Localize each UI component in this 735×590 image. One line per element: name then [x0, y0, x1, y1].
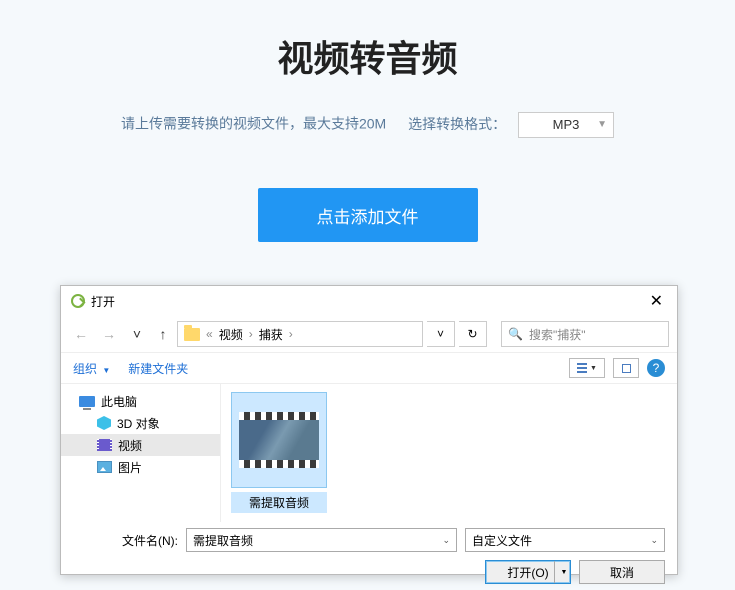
new-folder-button[interactable]: 新建文件夹 [128, 360, 188, 377]
path-sep1: › [249, 327, 253, 341]
file-thumbnail-selected [231, 392, 327, 488]
search-icon: 🔍 [508, 327, 523, 341]
path-dropdown[interactable]: ˅ [427, 321, 455, 347]
nav-recent-icon[interactable]: ˅ [125, 326, 149, 342]
path-seg2: 捕获 [259, 326, 283, 343]
organize-label: 组织 [73, 362, 97, 376]
tree-videos[interactable]: 视频 [61, 434, 220, 456]
image-icon [97, 461, 112, 473]
filetype-value: 自定义文件 [472, 532, 532, 549]
search-placeholder: 搜索"捕获" [529, 326, 586, 343]
search-input[interactable]: 🔍 搜索"捕获" [501, 321, 669, 347]
page-title: 视频转音频 [0, 30, 735, 82]
nav-forward-icon[interactable]: → [97, 326, 121, 342]
chevron-down-icon: ⌄ [650, 535, 658, 546]
nav-up-icon[interactable]: ↑ [153, 326, 173, 342]
chevron-down-icon: ▼ [597, 113, 607, 137]
filename-label: 文件名(N): [73, 532, 178, 549]
video-thumbnail-icon [239, 412, 319, 468]
dialog-body: 此电脑 3D 对象 视频 图片 需提取音频 [61, 384, 677, 522]
dialog-nav: ← → ˅ ↑ « 视频 › 捕获 › ˅ ↻ 🔍 搜索"捕获" [61, 316, 677, 352]
tree-label: 图片 [118, 459, 142, 476]
cancel-button[interactable]: 取消 [579, 560, 665, 584]
format-value: MP3 [553, 117, 580, 132]
help-button[interactable]: ? [647, 359, 665, 377]
subtitle-row: 请上传需要转换的视频文件，最大支持20M 选择转换格式： MP3 ▼ [0, 112, 735, 138]
folder-icon [184, 328, 200, 341]
file-item[interactable]: 需提取音频 [231, 392, 327, 513]
format-label: 选择转换格式： [408, 116, 506, 132]
refresh-button[interactable]: ↻ [459, 321, 487, 347]
open-file-dialog: 打开 ✕ ← → ˅ ↑ « 视频 › 捕获 › ˅ ↻ 🔍 搜索"捕获" 组织… [60, 285, 678, 575]
path-prefix: « [206, 327, 213, 341]
tree-label: 视频 [118, 437, 142, 454]
tree-this-pc[interactable]: 此电脑 [61, 390, 220, 412]
add-file-button[interactable]: 点击添加文件 [258, 188, 478, 242]
chevron-down-icon: ⌄ [442, 535, 450, 546]
view-mode-button[interactable]: ▼ [569, 358, 605, 378]
tree-label: 此电脑 [101, 393, 137, 410]
upload-hint: 请上传需要转换的视频文件，最大支持20M [121, 116, 386, 132]
open-button[interactable]: 打开(O) ▼ [485, 560, 571, 584]
path-sep2: › [289, 327, 293, 341]
chevron-down-icon: ▼ [590, 365, 597, 372]
folder-tree: 此电脑 3D 对象 视频 图片 [61, 384, 221, 522]
chevron-down-icon: ▼ [102, 366, 110, 375]
dialog-footer: 文件名(N): 需提取音频 ⌄ 自定义文件 ⌄ 打开(O) ▼ 取消 [61, 522, 677, 590]
dialog-title: 打开 [91, 293, 115, 310]
file-list[interactable]: 需提取音频 [221, 384, 677, 522]
pc-icon [79, 396, 95, 407]
path-seg1: 视频 [219, 326, 243, 343]
dialog-titlebar: 打开 ✕ [61, 286, 677, 316]
video-icon [97, 439, 112, 451]
filename-value: 需提取音频 [193, 532, 253, 549]
filetype-select[interactable]: 自定义文件 ⌄ [465, 528, 665, 552]
tree-3d-objects[interactable]: 3D 对象 [61, 412, 220, 434]
cube-icon [97, 416, 111, 430]
filename-input[interactable]: 需提取音频 ⌄ [186, 528, 457, 552]
tree-label: 3D 对象 [117, 415, 160, 432]
app-icon [71, 294, 85, 308]
path-box[interactable]: « 视频 › 捕获 › [177, 321, 423, 347]
preview-pane-button[interactable] [613, 358, 639, 378]
nav-back-icon[interactable]: ← [69, 326, 93, 342]
tree-pictures[interactable]: 图片 [61, 456, 220, 478]
open-split-icon[interactable]: ▼ [554, 561, 570, 583]
organize-menu[interactable]: 组织 ▼ [73, 360, 110, 377]
close-button[interactable]: ✕ [646, 291, 667, 311]
dialog-toolbar: 组织 ▼ 新建文件夹 ▼ ? [61, 352, 677, 384]
file-name: 需提取音频 [231, 492, 327, 513]
open-label: 打开(O) [507, 564, 548, 581]
format-select[interactable]: MP3 ▼ [518, 112, 614, 138]
